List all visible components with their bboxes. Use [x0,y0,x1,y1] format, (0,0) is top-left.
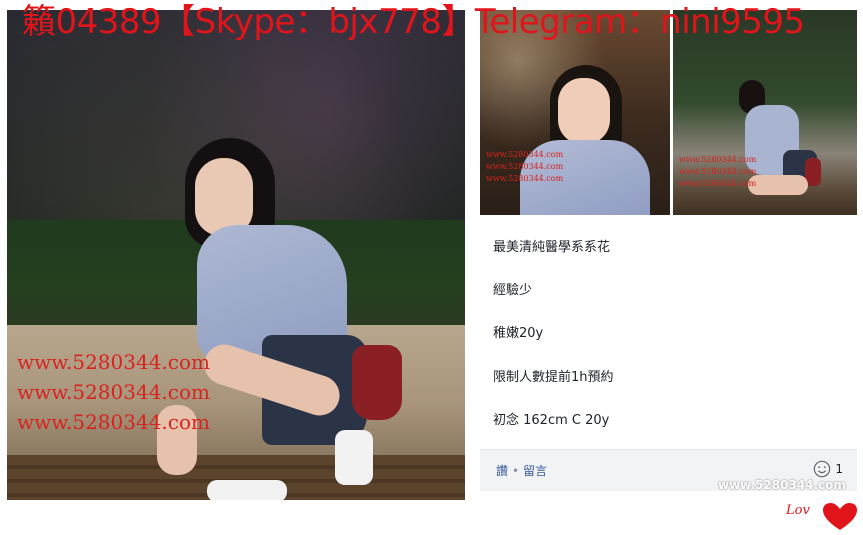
site-watermark: www.5280344.com [718,478,846,492]
post-actions: 讚 • 留言 [496,462,547,479]
photo-watermark: www.5280344.com [17,350,210,374]
photo-watermark: www.5280344.com [17,380,210,404]
smile-reaction-icon [814,460,831,478]
photo-watermark: www.5280344.com [17,410,210,434]
separator-dot: • [512,464,520,478]
screenshot-frame: www.5280344.com www.5280344.com www.5280… [0,0,863,535]
main-photo[interactable]: www.5280344.com www.5280344.com www.5280… [7,10,465,500]
figure-shoe [207,480,287,500]
post-text-line: 初念 162cm C 20y [493,413,610,428]
figure-shoe [335,430,373,485]
post-text-line: 最美清純醫學系系花 [493,240,611,255]
post-text-line: 稚嫩20y [493,326,544,341]
post-card: 最美清純醫學系系花 經驗少 稚嫩20y 限制人數提前1h預約 初念 162cm … [480,215,857,491]
thumbnail-watermark: www.5280344.com [486,150,564,159]
figure-bag [352,345,402,420]
post-text-line: 限制人數提前1h預約 [493,370,614,385]
figure-leg [748,175,808,195]
thumbnail-watermark: www.5280344.com [679,155,757,164]
thumbnail-watermark: www.5280344.com [679,179,757,188]
comment-link[interactable]: 留言 [523,464,547,478]
figure-face [558,78,610,144]
post-text-line: 經驗少 [493,283,533,298]
reaction-count: 1 [835,462,843,476]
thumbnail-watermark: www.5280344.com [679,167,757,176]
like-link[interactable]: 讚 [496,464,508,478]
thumbnail-watermark: www.5280344.com [486,162,564,171]
headline-overlay: 籟04389【Skype：bjx778】Telegram：nini9595 [22,2,805,42]
heart-icon [823,503,857,530]
thumbnail-watermark: www.5280344.com [486,174,564,183]
reaction-summary[interactable]: 1 [813,460,843,478]
corner-sign: Lov [786,503,810,518]
